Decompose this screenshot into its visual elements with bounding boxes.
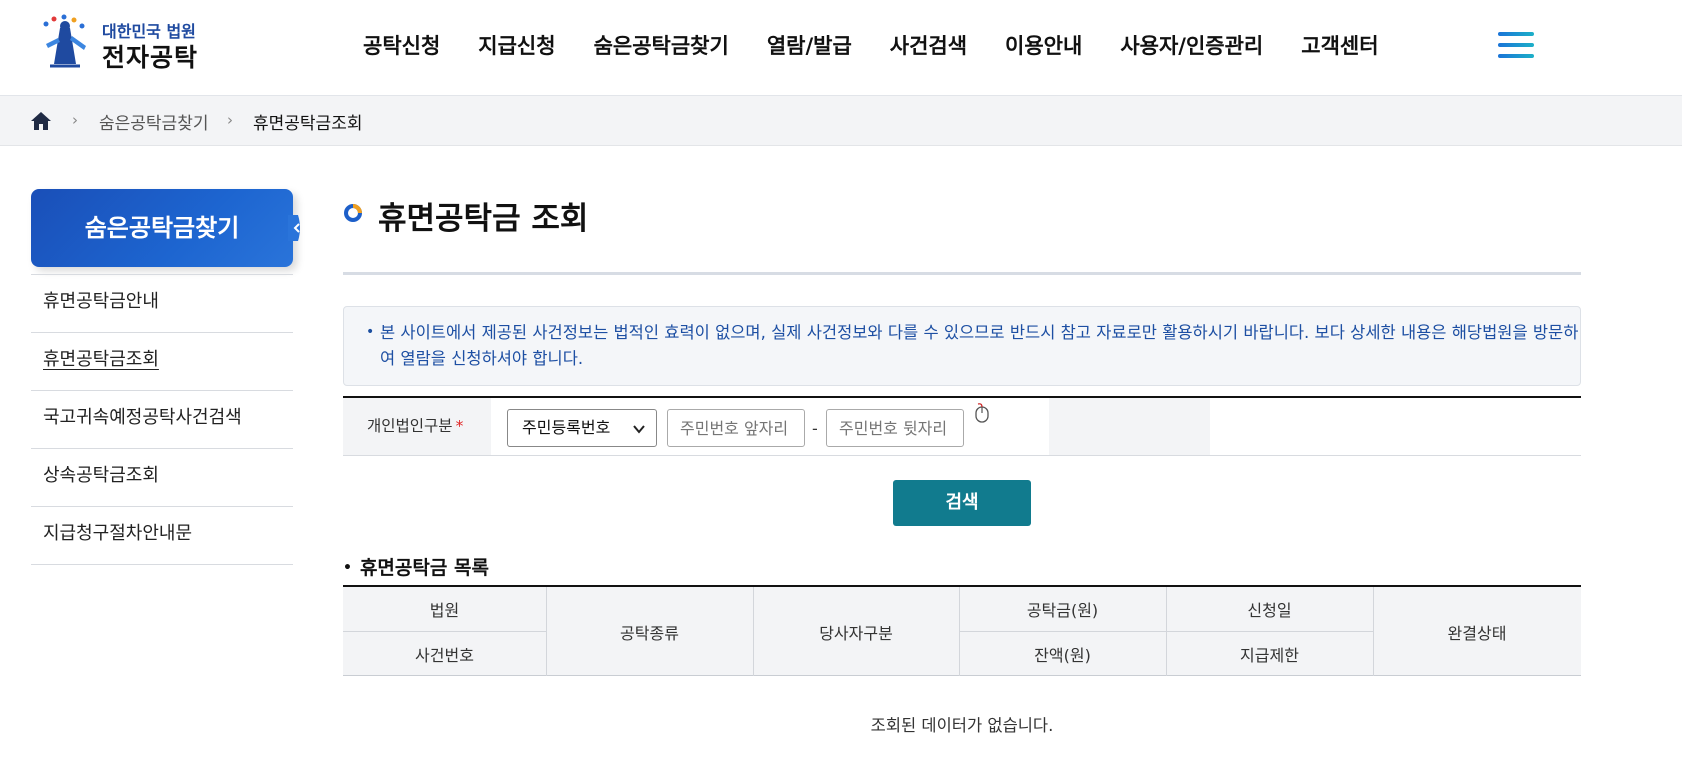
chevron-down-icon bbox=[633, 425, 645, 434]
id-separator: - bbox=[812, 419, 818, 438]
empty-result-message: 조회된 데이터가 없습니다. bbox=[870, 716, 1054, 735]
header-payment-limit: 지급제한 bbox=[1240, 646, 1299, 665]
sidebar-item-dormant-guide[interactable]: 휴면공탁금안내 bbox=[31, 275, 293, 333]
sidebar-item-dormant-search[interactable]: 휴면공탁금조회 bbox=[31, 333, 293, 391]
bullet-icon: • bbox=[366, 324, 375, 340]
sidebar-item-escheat-search[interactable]: 국고귀속예정공탁사건검색 bbox=[31, 391, 293, 449]
breadcrumb-item-hidden-deposit[interactable]: 숨은공탁금찾기 bbox=[99, 109, 208, 134]
chevron-right-icon: › bbox=[72, 111, 78, 129]
sidebar-collapse-icon[interactable] bbox=[288, 215, 308, 241]
sidebar-menu: 휴면공탁금안내 휴면공탁금조회 국고귀속예정공탁사건검색 상속공탁금조회 지급청… bbox=[31, 274, 293, 565]
breadcrumb-item-current: 휴면공탁금조회 bbox=[253, 114, 363, 134]
court-logo[interactable]: 대한민국 법원 전자공탁 bbox=[36, 14, 216, 74]
form-label: 개인법인구분 * bbox=[343, 398, 491, 455]
result-table-header: 법원 사건번호 공탁종류 당사자구분 공탁금(원) 잔액(원) 신청일 지급제한… bbox=[343, 585, 1581, 676]
id-type-select[interactable]: 주민등록번호 bbox=[507, 409, 657, 447]
header-court: 법원 bbox=[429, 601, 460, 620]
select-value: 주민등록번호 bbox=[522, 418, 611, 437]
nav-item-payment-apply[interactable]: 지급신청 bbox=[478, 30, 555, 62]
id-back-input[interactable] bbox=[826, 409, 964, 447]
chevron-right-icon: › bbox=[227, 111, 233, 129]
header-amount: 공탁금(원) bbox=[1026, 601, 1099, 620]
notice-text: 본 사이트에서 제공된 사건정보는 법적인 효력이 없으며, 실제 사건정보와 … bbox=[380, 323, 1579, 368]
main-navigation: 공탁신청 지급신청 숨은공탁금찾기 열람/발급 사건검색 이용안내 사용자/인증… bbox=[363, 30, 1417, 62]
mouse-icon bbox=[975, 403, 989, 423]
header-apply-date: 신청일 bbox=[1247, 601, 1292, 620]
site-header: 대한민국 법원 전자공탁 공탁신청 지급신청 숨은공탁금찾기 열람/발급 사건검… bbox=[0, 0, 1682, 96]
nav-item-guide[interactable]: 이용안내 bbox=[1005, 30, 1082, 62]
sidebar-item-inheritance-search[interactable]: 상속공탁금조회 bbox=[31, 449, 293, 507]
notice-box: • 본 사이트에서 제공된 사건정보는 법적인 효력이 없으며, 실제 사건정보… bbox=[343, 306, 1581, 386]
home-icon[interactable] bbox=[30, 110, 52, 132]
title-divider bbox=[343, 272, 1581, 275]
header-case-no: 사건번호 bbox=[415, 646, 474, 665]
nav-item-view-issue[interactable]: 열람/발급 bbox=[767, 30, 852, 62]
sidebar-item-payment-procedure[interactable]: 지급청구절차안내문 bbox=[31, 507, 293, 565]
hamburger-menu-icon[interactable] bbox=[1498, 32, 1534, 60]
page-title: 휴면공탁금 조회 bbox=[378, 201, 589, 237]
form-empty-cell bbox=[1049, 398, 1210, 455]
nav-item-deposit-apply[interactable]: 공탁신청 bbox=[363, 30, 440, 62]
sidebar-title: 숨은공탁금찾기 bbox=[31, 189, 293, 267]
nav-item-case-search[interactable]: 사건검색 bbox=[890, 30, 967, 62]
title-ring-icon bbox=[344, 204, 362, 222]
search-button[interactable]: 검색 bbox=[893, 480, 1031, 526]
header-balance: 잔액(원) bbox=[1034, 646, 1091, 665]
nav-item-customer-center[interactable]: 고객센터 bbox=[1301, 30, 1378, 62]
list-title: • 휴면공탁금 목록 bbox=[343, 557, 489, 579]
breadcrumb: › 숨은공탁금찾기 › 휴면공탁금조회 bbox=[0, 96, 1682, 146]
logo-main-text: 전자공탁 bbox=[102, 43, 199, 72]
nav-item-user-auth[interactable]: 사용자/인증관리 bbox=[1120, 30, 1263, 62]
header-deposit-type: 공탁종류 bbox=[620, 623, 679, 643]
search-form: 개인법인구분* 주민등록번호 - bbox=[343, 396, 1581, 456]
nav-item-hidden-deposit[interactable]: 숨은공탁금찾기 bbox=[594, 30, 729, 62]
header-party-type: 당사자구분 bbox=[819, 623, 893, 643]
id-front-input[interactable] bbox=[667, 409, 805, 447]
required-mark: * bbox=[455, 417, 464, 435]
header-status: 완결상태 bbox=[1447, 623, 1507, 643]
court-emblem-icon bbox=[43, 14, 86, 68]
